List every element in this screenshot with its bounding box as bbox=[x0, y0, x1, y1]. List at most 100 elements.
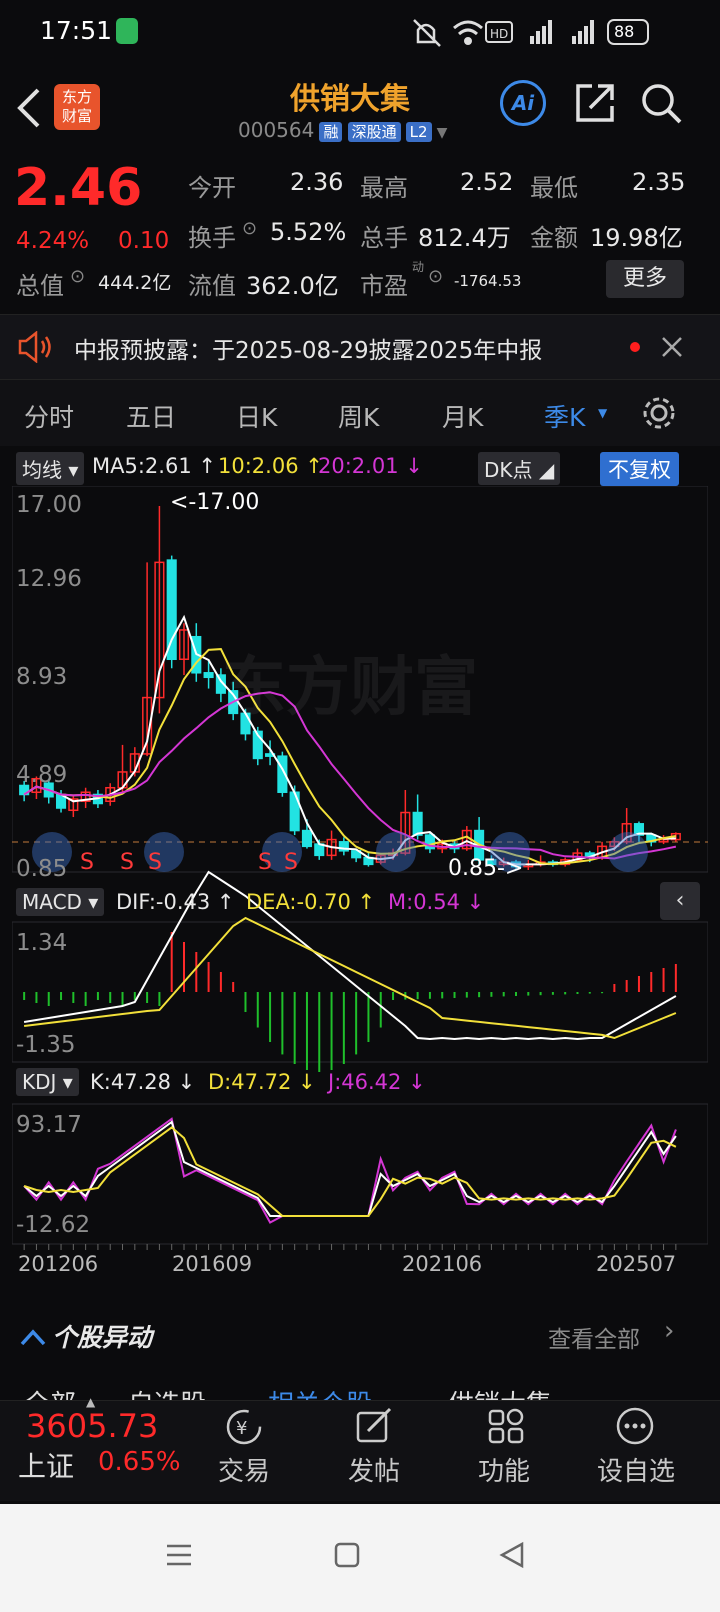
gear-icon[interactable] bbox=[640, 394, 678, 432]
chart-nav-button[interactable] bbox=[490, 832, 530, 872]
dk-selector[interactable]: DK点 ◢ bbox=[478, 452, 561, 485]
index-pct[interactable]: 0.65% bbox=[98, 1447, 181, 1477]
home-square-icon[interactable] bbox=[332, 1540, 362, 1570]
more-dots-icon[interactable] bbox=[614, 1405, 656, 1447]
section-title: 个股异动 bbox=[52, 1323, 153, 1352]
function-grid-icon[interactable] bbox=[486, 1407, 526, 1447]
turnover-label: 换手 bbox=[188, 224, 236, 252]
app-logo: 东方 财富 bbox=[54, 84, 100, 130]
back-arrow-icon[interactable] bbox=[14, 86, 44, 130]
float-cap-value: 362.0亿 bbox=[246, 272, 339, 300]
unread-dot bbox=[630, 342, 640, 352]
badge-margin: 融 bbox=[319, 122, 343, 142]
tab-daily[interactable]: 日K bbox=[236, 398, 277, 434]
ma10-value: 10:2.06 ↑ bbox=[218, 454, 323, 478]
chart-nav-button[interactable] bbox=[262, 832, 302, 872]
last-price: 2.46 bbox=[14, 158, 143, 218]
collapse-panel-button[interactable]: ‹ bbox=[660, 882, 700, 920]
more-button[interactable]: 更多 bbox=[606, 260, 684, 298]
ma5-value: MA5:2.61 ↑ bbox=[92, 454, 216, 478]
tab-stock[interactable]: 供销大集 bbox=[448, 1384, 552, 1400]
tab-watchlist[interactable]: 自选股 bbox=[128, 1384, 206, 1400]
search-icon[interactable] bbox=[640, 82, 684, 126]
nav-post[interactable]: 发帖 bbox=[324, 1451, 424, 1488]
ma20-value: 20:2.01 ↓ bbox=[318, 454, 423, 478]
ai-icon[interactable]: Ai bbox=[500, 80, 546, 126]
k-line bbox=[23, 1120, 677, 1217]
nav-function[interactable]: 功能 bbox=[454, 1451, 554, 1488]
mute-icon bbox=[413, 19, 441, 47]
info-icon[interactable]: ⊙ bbox=[428, 266, 443, 287]
adjust-button[interactable]: 不复权 bbox=[600, 452, 679, 486]
notice-bar[interactable]: 中报预披露：于2025-08-29披露2025年中报 bbox=[0, 314, 720, 380]
stock-code: 000564 bbox=[238, 118, 315, 142]
info-icon[interactable]: ⊙ bbox=[242, 218, 257, 239]
ma5-line bbox=[23, 614, 676, 866]
speaker-icon bbox=[18, 331, 51, 363]
main-panel-frame bbox=[12, 486, 708, 873]
menu-icon[interactable] bbox=[164, 1540, 194, 1570]
chevron-down-icon[interactable]: ▼ bbox=[437, 125, 448, 141]
movement-section: 个股异动 查看全部 › bbox=[0, 1306, 720, 1368]
back-triangle-icon[interactable] bbox=[498, 1540, 528, 1570]
dea-line bbox=[23, 916, 677, 1040]
tab-intraday[interactable]: 分时 bbox=[24, 398, 74, 434]
change-value: 0.10 bbox=[118, 228, 170, 254]
low-label: 最低 bbox=[530, 174, 578, 202]
nav-trade[interactable]: 交易 bbox=[194, 1451, 294, 1488]
chart-nav-button[interactable] bbox=[32, 832, 72, 872]
index-value[interactable]: 3605.73 bbox=[26, 1407, 158, 1445]
chart-nav-button[interactable] bbox=[144, 832, 184, 872]
post-icon[interactable] bbox=[354, 1407, 394, 1447]
dea-value: DEA:-0.70 ↑ bbox=[246, 890, 376, 914]
j-value: J:46.42 ↓ bbox=[328, 1070, 426, 1094]
tab-monthly[interactable]: 月K bbox=[442, 398, 483, 434]
high-label: 最高 bbox=[360, 174, 408, 202]
kdj-selector[interactable]: KDJ ▾ bbox=[16, 1068, 79, 1096]
open-label: 今开 bbox=[188, 174, 236, 202]
macd-selector[interactable]: MACD ▾ bbox=[16, 888, 105, 916]
ma-indicator-row: 均线 ▾ MA5:2.61 ↑ 10:2.06 ↑ 20:2.01 ↓ DK点 … bbox=[12, 452, 708, 486]
battery-level: 88 bbox=[614, 22, 635, 41]
amount-value: 19.98亿 bbox=[590, 224, 683, 252]
candle-body bbox=[203, 672, 214, 679]
index-name[interactable]: 上证 bbox=[18, 1445, 74, 1485]
info-icon[interactable]: ⊙ bbox=[70, 266, 85, 287]
macd-panel-frame bbox=[12, 921, 708, 1063]
notice-text: 中报预披露：于2025-08-29披露2025年中报 bbox=[74, 338, 543, 364]
pe-value: -1764.53 bbox=[454, 272, 522, 290]
wifi-icon bbox=[453, 20, 483, 45]
close-icon[interactable] bbox=[660, 335, 684, 359]
status-icons: HD bbox=[413, 19, 649, 47]
tab-five-day[interactable]: 五日 bbox=[126, 398, 176, 434]
nav-add-watchlist[interactable]: 设自选 bbox=[586, 1451, 686, 1488]
chart-nav-button[interactable] bbox=[376, 832, 416, 872]
candle-body bbox=[301, 829, 313, 848]
market-cap-value: 444.2亿 bbox=[98, 272, 172, 294]
chevron-down-icon[interactable]: ▼ bbox=[598, 406, 607, 420]
quote-panel: 2.46 4.24% 0.10 今开 2.36 最高 2.52 最低 2.35 … bbox=[0, 152, 720, 314]
d-value: D:47.72 ↓ bbox=[208, 1070, 316, 1094]
tab-all[interactable]: 全部 bbox=[24, 1384, 76, 1400]
share-icon[interactable] bbox=[574, 82, 616, 124]
app-notification-icon bbox=[116, 18, 138, 44]
badge-connect: 深股通 bbox=[347, 122, 401, 142]
volume-label: 总手 bbox=[360, 224, 408, 252]
candle-body bbox=[166, 559, 177, 661]
chevron-right-icon[interactable]: › bbox=[664, 1316, 674, 1346]
high-value: 2.52 bbox=[460, 168, 514, 196]
chevron-up-icon[interactable] bbox=[20, 1328, 46, 1346]
tab-related[interactable]: 相关个股 bbox=[268, 1384, 372, 1400]
trade-icon[interactable]: ¥ bbox=[222, 1407, 266, 1447]
status-bar: 17:51 HD 88 bbox=[0, 0, 720, 64]
tab-weekly[interactable]: 周K bbox=[338, 398, 379, 434]
tab-quarterly[interactable]: 季K bbox=[544, 398, 585, 434]
stock-code-row: 000564 融 深股通 L2 ▼ bbox=[238, 118, 447, 142]
view-all-link[interactable]: 查看全部 bbox=[548, 1320, 640, 1354]
amount-label: 金额 bbox=[530, 224, 578, 252]
low-value: 2.35 bbox=[632, 168, 686, 196]
period-tabs: 分时 五日 日K 周K 月K 季K ▼ bbox=[0, 380, 720, 446]
pe-label: 市盈 bbox=[360, 272, 408, 300]
ma-selector[interactable]: 均线 ▾ bbox=[16, 452, 85, 485]
chart-nav-button[interactable] bbox=[608, 832, 648, 872]
